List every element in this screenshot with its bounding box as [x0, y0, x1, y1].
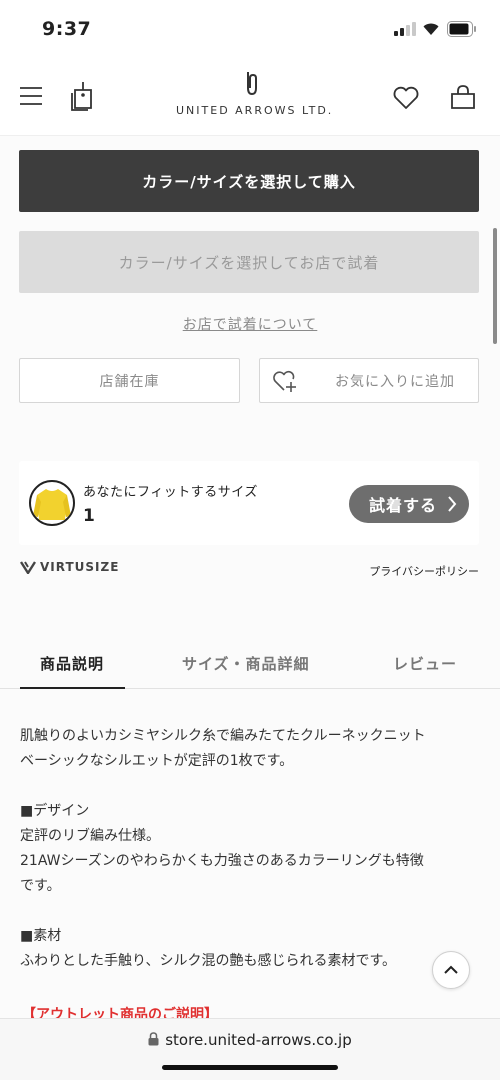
design-line: 定評のリブ編み仕様。: [20, 828, 160, 844]
url-text: store.united-arrows.co.jp: [165, 1031, 352, 1049]
browser-url-bar[interactable]: store.united-arrows.co.jp: [0, 1018, 500, 1080]
status-time: 9:37: [42, 18, 92, 40]
store-stock-label: 店舗在庫: [99, 373, 160, 390]
virtusize-logo-text: VIRTUSIZE: [40, 560, 120, 574]
lock-icon: [148, 1032, 159, 1046]
material-line: ふわりとした手触り、シルク混の艶も感じられる素材です。: [20, 953, 397, 969]
fit-size-title: あなたにフィットするサイズ: [83, 485, 258, 500]
battery-icon: [447, 21, 476, 37]
brand-name: UNITED ARROWS LTD.: [176, 104, 334, 117]
fit-size-value: 1: [83, 506, 95, 526]
material-heading: ■素材: [20, 928, 62, 944]
virtusize-fit-card[interactable]: あなたにフィットするサイズ 1 試着する: [19, 461, 479, 545]
cellular-signal-icon: [394, 22, 416, 36]
product-thumbnail: [29, 480, 75, 526]
home-indicator[interactable]: [162, 1065, 338, 1070]
shopping-bag-icon[interactable]: [450, 84, 476, 110]
tab-description[interactable]: 商品説明: [40, 653, 104, 674]
virtusize-mark-icon: [20, 560, 36, 574]
description-line: 肌触りのよいカシミヤシルク糸で編みたてたクルーネックニット: [20, 728, 426, 744]
add-favorite-button[interactable]: お気に入りに追加: [259, 358, 479, 403]
buy-button[interactable]: カラー/サイズを選択して購入: [19, 150, 479, 212]
arrow-logo-icon: [247, 72, 257, 96]
tab-review[interactable]: レビュー: [393, 653, 457, 674]
privacy-policy-link[interactable]: プライバシーポリシー: [369, 563, 479, 579]
design-line: です。: [20, 878, 61, 894]
about-store-try-link[interactable]: お店で試着について: [0, 314, 500, 334]
sweater-icon: [33, 489, 71, 520]
outlet-notice-heading: 【アウトレット商品のご説明】: [22, 1007, 218, 1018]
tab-size-details[interactable]: サイズ・商品詳細: [182, 653, 310, 674]
url-display[interactable]: store.united-arrows.co.jp: [0, 1031, 500, 1049]
active-tab-indicator: [20, 687, 125, 689]
scroll-to-top-button[interactable]: [432, 951, 470, 989]
wifi-icon: [423, 23, 439, 35]
app-header: UNITED ARROWS LTD.: [0, 56, 500, 136]
try-on-button[interactable]: 試着する: [349, 485, 469, 523]
try-on-label: 試着する: [369, 496, 438, 515]
tag-icon[interactable]: [70, 80, 96, 112]
menu-icon[interactable]: [19, 86, 43, 106]
try-in-store-button[interactable]: カラー/サイズを選択してお店で試着: [19, 231, 479, 293]
product-description: 肌触りのよいカシミヤシルク糸で編みたてたクルーネックニット ベーシックなシルエッ…: [20, 724, 490, 974]
chevron-right-icon: [448, 496, 457, 512]
virtusize-logo: VIRTUSIZE: [20, 560, 119, 574]
add-favorite-label: お気に入りに追加: [335, 373, 455, 390]
design-line: 21AWシーズンのやわらかくも力強さのあるカラーリングも特徴: [20, 853, 424, 869]
heart-plus-icon: [273, 370, 296, 392]
description-line: ベーシックなシルエットが定評の1枚です。: [20, 753, 294, 769]
product-content[interactable]: カラー/サイズを選択して購入 カラー/サイズを選択してお店で試着 お店で試着につ…: [0, 136, 500, 1018]
product-tabs: 商品説明 サイズ・商品詳細 レビュー: [0, 641, 500, 689]
store-stock-button[interactable]: 店舗在庫: [19, 358, 240, 403]
chevron-up-icon: [444, 965, 458, 974]
design-heading: ■デザイン: [20, 803, 90, 819]
brand-logo[interactable]: UNITED ARROWS LTD.: [176, 70, 334, 117]
status-bar: 9:37: [0, 0, 500, 56]
heart-icon[interactable]: [392, 86, 420, 110]
